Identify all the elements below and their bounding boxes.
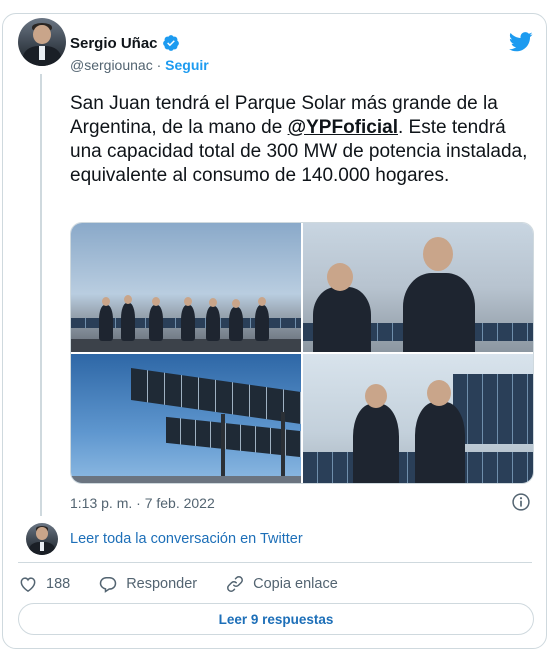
author-name-row[interactable]: Sergio Uñac [70,34,180,52]
follow-button[interactable]: Seguir [165,57,209,73]
read-conversation-link[interactable]: Leer toda la conversación en Twitter [70,531,303,547]
info-icon[interactable] [511,492,531,512]
divider [18,562,532,563]
copy-link-label: Copia enlace [253,576,338,592]
author-name[interactable]: Sergio Uñac [70,35,158,52]
tweet-text: San Juan tendrá el Parque Solar más gran… [70,92,530,188]
read-replies-label: Leer 9 respuestas [218,611,334,627]
author-avatar[interactable] [18,18,66,66]
heart-icon [20,577,36,592]
thread-line [40,74,42,516]
action-bar: 188 Responder Copia enlace [18,573,366,595]
author-handle[interactable]: @sergiounac [70,57,153,73]
photo-1[interactable] [71,223,301,352]
reply-label: Responder [126,576,198,592]
copy-link-button[interactable]: Copia enlace [225,574,338,594]
photo-3[interactable] [71,354,301,483]
reader-avatar[interactable] [26,523,58,555]
tweet-timestamp[interactable]: 1:13 p. m. · 7 feb. 2022 [70,495,215,511]
reply-button[interactable]: Responder [98,574,197,594]
twitter-bird-icon[interactable] [509,32,533,52]
reply-icon [99,577,117,593]
read-replies-button[interactable]: Leer 9 respuestas [18,603,534,635]
like-button[interactable]: 188 [18,574,70,594]
separator: · [156,57,162,73]
like-count: 188 [46,576,71,592]
photo-4[interactable] [303,354,533,483]
photo-2[interactable] [303,223,533,352]
link-icon [227,576,244,592]
media-grid [70,222,534,484]
verified-icon [162,35,179,51]
author-handle-row: @sergiounac · Seguir [70,57,209,73]
mention-link[interactable]: @YPFoficial [288,117,398,138]
